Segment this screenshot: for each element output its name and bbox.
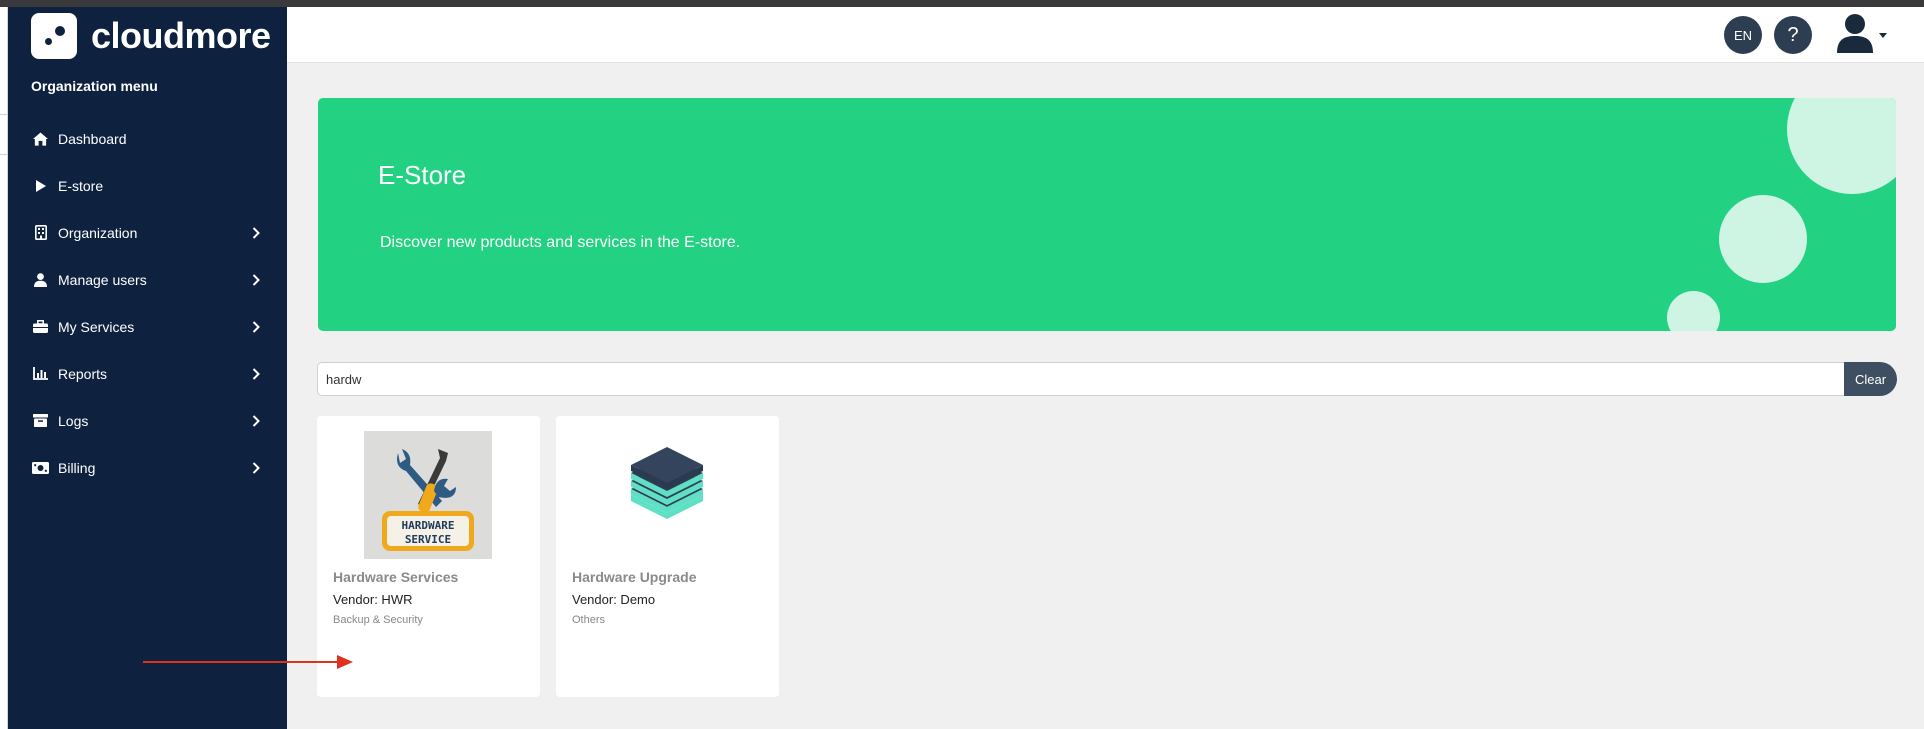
browser-top-strip	[0, 0, 1924, 7]
sidebar-item-label: E-store	[58, 177, 104, 194]
product-category: Others	[572, 614, 606, 626]
chevron-right-icon	[249, 226, 263, 240]
product-title: Hardware Upgrade	[572, 569, 697, 585]
left-edge-strip	[0, 7, 8, 729]
sidebar-item-billing[interactable]: Billing	[8, 444, 287, 491]
play-icon	[32, 178, 49, 194]
briefcase-icon	[32, 319, 49, 335]
decorative-circle	[1719, 195, 1807, 283]
sidebar-item-dashboard[interactable]: Dashboard	[8, 115, 287, 162]
sidebar-item-reports[interactable]: Reports	[8, 350, 287, 397]
svg-text:SERVICE: SERVICE	[405, 533, 451, 546]
brand-name: cloudmore	[91, 15, 271, 56]
cloudmore-logo-icon	[31, 13, 77, 59]
caret-down-icon	[1879, 33, 1887, 38]
sidebar-item-organization[interactable]: Organization	[8, 209, 287, 256]
user-icon	[32, 272, 49, 288]
sidebar-item-manage-users[interactable]: Manage users	[8, 256, 287, 303]
language-button[interactable]: EN	[1724, 16, 1762, 54]
estore-banner: E-Store Discover new products and servic…	[318, 98, 1896, 331]
layers-stack-icon	[603, 431, 731, 559]
archive-icon	[32, 413, 49, 429]
chart-icon	[32, 366, 49, 382]
building-icon	[32, 225, 49, 241]
search-bar: Clear	[317, 362, 1897, 396]
product-title: Hardware Services	[333, 569, 459, 585]
chevron-right-icon	[249, 273, 263, 287]
hardware-service-tools-icon: HARDWARE SERVICE	[364, 431, 492, 559]
chevron-right-icon	[249, 414, 263, 428]
search-input[interactable]	[317, 362, 1844, 396]
sidebar-item-label: Organization	[58, 224, 138, 241]
product-card-hardware-upgrade[interactable]: Hardware Upgrade Vendor: Demo Others	[556, 416, 779, 697]
sidebar-menu: Dashboard E-store Organization Manage us…	[8, 115, 287, 491]
sidebar-item-logs[interactable]: Logs	[8, 397, 287, 444]
svg-text:HARDWARE: HARDWARE	[402, 519, 455, 532]
brand-logo[interactable]: cloudmore	[31, 13, 271, 59]
menu-title: Organization menu	[31, 78, 158, 94]
decorative-circle	[1787, 98, 1896, 194]
decorative-circle	[1667, 291, 1720, 331]
chevron-right-icon	[249, 367, 263, 381]
chevron-right-icon	[249, 320, 263, 334]
money-icon	[32, 460, 49, 476]
help-button[interactable]: ?	[1774, 16, 1812, 54]
sidebar-item-label: Logs	[58, 412, 89, 429]
page-title: E-Store	[378, 160, 467, 190]
sidebar-item-e-store[interactable]: E-store	[8, 162, 287, 209]
product-vendor: Vendor: HWR	[333, 592, 413, 607]
sidebar-item-label: Reports	[58, 365, 108, 382]
home-icon	[32, 131, 49, 147]
banner-subtitle: Discover new products and services in th…	[380, 234, 741, 251]
chevron-right-icon	[249, 461, 263, 475]
product-category: Backup & Security	[333, 614, 423, 626]
sidebar: cloudmore Organization menu Dashboard E-…	[8, 7, 287, 729]
clear-button[interactable]: Clear	[1844, 362, 1897, 396]
sidebar-item-my-services[interactable]: My Services	[8, 303, 287, 350]
user-menu-button[interactable]	[1837, 13, 1887, 58]
sidebar-item-label: Dashboard	[58, 130, 127, 147]
sidebar-item-label: Manage users	[58, 271, 147, 288]
product-vendor: Vendor: Demo	[572, 592, 656, 607]
sidebar-item-label: My Services	[58, 318, 135, 335]
sidebar-item-label: Billing	[58, 459, 96, 476]
top-bar: EN ?	[287, 7, 1924, 63]
annotation-arrow-icon	[143, 655, 353, 669]
user-avatar-icon	[1837, 13, 1873, 58]
